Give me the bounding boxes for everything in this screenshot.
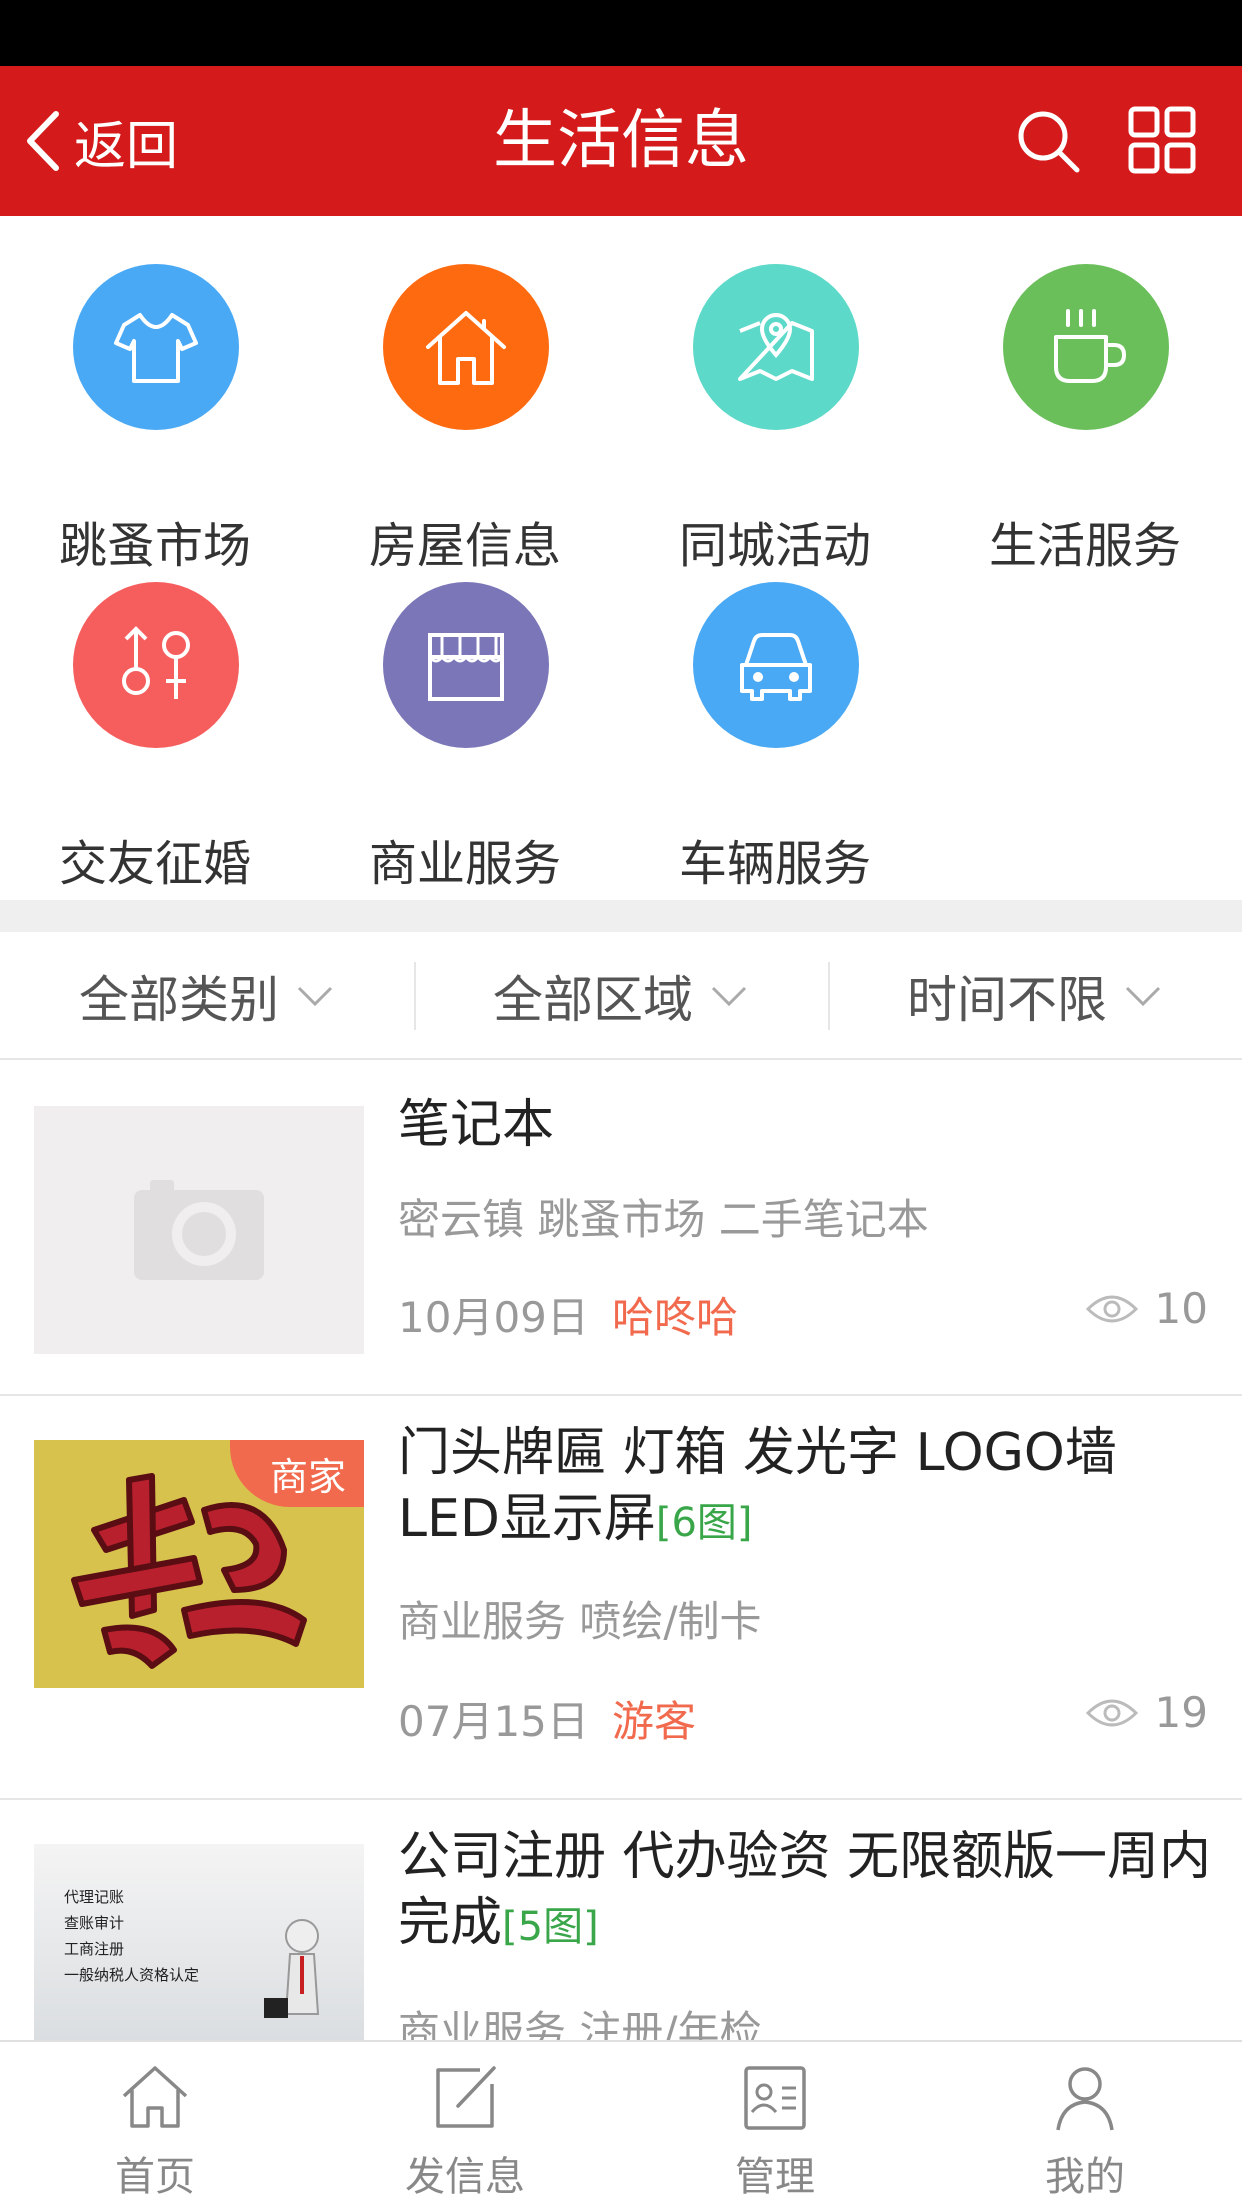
chevron-down-icon (297, 986, 333, 1007)
category-dating[interactable]: 交友征婚 (0, 582, 310, 892)
listing-thumbnail-placeholder (34, 1106, 364, 1354)
category-icon-circle (693, 264, 859, 430)
category-vehicle-services[interactable]: 车辆服务 (620, 582, 930, 892)
tab-post[interactable]: 发信息 (310, 2042, 620, 2210)
tab-me[interactable]: 我的 (930, 2042, 1240, 2210)
filter-bar: 全部类别 全部区域 时间不限 (0, 932, 1242, 1060)
category-icon-circle (383, 582, 549, 748)
listing-subtitle: 商业服务 喷绘/制卡 (398, 1597, 762, 1646)
filter-label: 全部区域 (493, 971, 693, 1029)
list-item[interactable]: 代理记账 查账审计 工商注册 一般纳税人资格认定 公司注册 代办验资 无限额版一… (0, 1800, 1242, 2040)
figure-with-briefcase-image (264, 1919, 320, 2018)
chevron-down-icon (711, 986, 747, 1007)
eye-icon (1085, 1699, 1138, 1726)
category-local-events[interactable]: 同城活动 (620, 264, 930, 574)
category-icon-circle (1003, 264, 1169, 430)
tab-label: 发信息 (405, 2154, 525, 2200)
category-label: 同城活动 (678, 518, 871, 574)
list-item[interactable]: 笔记本 密云镇 跳蚤市场 二手笔记本 10月09日 哈咚哈 10 (0, 1062, 1242, 1396)
section-divider (0, 900, 1242, 932)
user-icon (1056, 2067, 1114, 2131)
home-icon (122, 2066, 188, 2128)
listing-thumbnail: 商家 (34, 1440, 364, 1688)
category-label: 商业服务 (368, 836, 561, 892)
storefront-icon (428, 633, 504, 701)
camera-icon (134, 1180, 264, 1280)
picture-count: [5图] (502, 1904, 599, 1950)
category-label: 跳蚤市场 (58, 518, 251, 574)
filter-time-dropdown[interactable]: 时间不限 (828, 932, 1242, 1060)
category-icon-circle (383, 264, 549, 430)
category-label: 房屋信息 (368, 518, 561, 574)
id-card-icon (744, 2066, 806, 2130)
compose-icon (436, 2066, 496, 2128)
tab-home[interactable]: 首页 (0, 2042, 310, 2210)
chevron-down-icon (1125, 986, 1161, 1007)
view-count: 10 (1154, 1284, 1208, 1333)
top-navbar: 返回 生活信息 (0, 66, 1242, 216)
tab-manage[interactable]: 管理 (620, 2042, 930, 2210)
gender-icon (122, 626, 190, 699)
car-icon (740, 633, 812, 701)
thumbnail-text: 代理记账 查账审计 工商注册 一般纳税人资格认定 (64, 1888, 200, 1984)
category-life-services[interactable]: 生活服务 (930, 264, 1240, 574)
list-item[interactable]: 商家 门头牌匾 灯箱 发光字 LOGO墙 LED显示屏[6图] 商业服务 喷绘/… (0, 1396, 1242, 1800)
listing-subtitle: 密云镇 跳蚤市场 二手笔记本 (398, 1195, 929, 1244)
filter-label: 全部类别 (79, 971, 279, 1029)
listing-views: 19 (1085, 1688, 1208, 1737)
category-housing[interactable]: 房屋信息 (310, 264, 620, 574)
tab-label: 管理 (735, 2154, 815, 2200)
listing-title: 笔记本 (398, 1095, 555, 1155)
search-icon[interactable] (1015, 108, 1081, 174)
listing-title: 公司注册 代办验资 无限额版一周内完成[5图] (398, 1827, 1212, 1953)
grid-menu-icon[interactable] (1128, 106, 1196, 174)
listing-thumbnail: 代理记账 查账审计 工商注册 一般纳税人资格认定 (34, 1844, 364, 2040)
map-icon (738, 313, 814, 381)
category-icon-circle (73, 264, 239, 430)
category-business-services[interactable]: 商业服务 (310, 582, 620, 892)
category-label: 生活服务 (988, 518, 1181, 574)
listing-user[interactable]: 哈咚哈 (612, 1284, 738, 1345)
tab-label: 我的 (1045, 2154, 1125, 2200)
listing-title: 门头牌匾 灯箱 发光字 LOGO墙 LED显示屏[6图] (398, 1423, 1117, 1549)
filter-area-dropdown[interactable]: 全部区域 (414, 932, 828, 1060)
category-flea-market[interactable]: 跳蚤市场 (0, 264, 310, 574)
house-icon (426, 311, 506, 385)
listing-views: 10 (1085, 1284, 1208, 1333)
listing-subtitle: 商业服务 注册/年检 (398, 2007, 762, 2040)
view-count: 19 (1154, 1688, 1208, 1737)
category-label: 车辆服务 (678, 836, 871, 892)
filter-category-dropdown[interactable]: 全部类别 (0, 932, 414, 1060)
category-icon-circle (693, 582, 859, 748)
tab-label: 首页 (115, 2154, 195, 2200)
category-label: 交友征婚 (58, 836, 251, 892)
bottom-tab-bar: 首页 发信息 管理 我的 (0, 2040, 1242, 2208)
listing-date: 07月15日 (398, 1697, 589, 1746)
listing-date: 10月09日 (398, 1293, 589, 1342)
category-grid: 跳蚤市场 房屋信息 同城活动 生活服务 交友征婚 商业服务 车辆服务 (0, 216, 1242, 900)
listing-user[interactable]: 游客 (612, 1688, 696, 1749)
coffee-cup-icon (1054, 309, 1126, 383)
eye-icon (1085, 1295, 1138, 1322)
filter-label: 时间不限 (907, 971, 1107, 1029)
status-bar (0, 0, 1242, 66)
tshirt-icon (114, 313, 198, 383)
picture-count: [6图] (655, 1500, 753, 1546)
category-icon-circle (73, 582, 239, 748)
